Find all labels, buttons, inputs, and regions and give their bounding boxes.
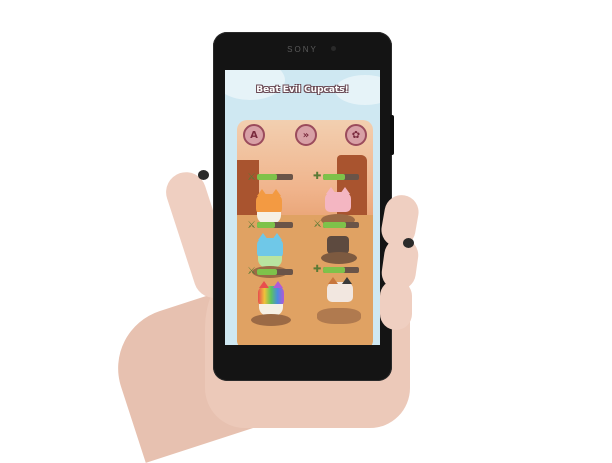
sword-icon: ⚔ bbox=[247, 266, 256, 277]
health-bar bbox=[323, 222, 359, 228]
phone-brand-label: SONY bbox=[287, 45, 318, 54]
finger-nail bbox=[403, 238, 414, 248]
health-fill bbox=[257, 269, 277, 275]
settings-gear-icon: ✿ bbox=[351, 129, 361, 141]
ring-finger bbox=[380, 280, 412, 330]
achievements-icon: A bbox=[250, 129, 258, 141]
thumb-nail bbox=[198, 170, 209, 180]
health-bar bbox=[257, 174, 293, 180]
front-camera-icon bbox=[331, 46, 336, 51]
sword-icon: ⚔ bbox=[247, 220, 256, 231]
game-title: Beat Evil Cupcats! bbox=[256, 85, 349, 95]
game-board[interactable]: A » ✿ ⚔ ✚ ⚔ ⚔ ⚔ ✚ bbox=[237, 120, 373, 345]
health-fill bbox=[323, 267, 345, 273]
calico-cupcat[interactable] bbox=[327, 277, 353, 302]
settings-button[interactable]: ✿ bbox=[345, 124, 367, 146]
orange-cupcat[interactable] bbox=[256, 189, 282, 214]
tree-stump bbox=[321, 252, 357, 264]
game-screen: Beat Evil Cupcats! A » ✿ ⚔ ✚ ⚔ ⚔ ⚔ ✚ bbox=[225, 70, 380, 345]
tree-stump bbox=[251, 314, 291, 326]
sword-icon: ⚔ bbox=[247, 172, 256, 183]
heal-plus-icon: ✚ bbox=[313, 264, 322, 275]
desert-rock bbox=[317, 308, 361, 324]
achievements-button[interactable]: A bbox=[243, 124, 265, 146]
phone-side-button[interactable] bbox=[390, 115, 394, 155]
health-bar bbox=[257, 269, 293, 275]
pink-cupcat[interactable] bbox=[325, 187, 351, 212]
sword-icon: ⚔ bbox=[313, 219, 322, 230]
health-fill bbox=[323, 222, 347, 228]
health-fill bbox=[257, 222, 275, 228]
fast-forward-button[interactable]: » bbox=[295, 124, 317, 146]
fast-forward-icon: » bbox=[302, 129, 310, 141]
health-bar bbox=[257, 222, 293, 228]
heal-plus-icon: ✚ bbox=[313, 171, 322, 182]
health-fill bbox=[257, 174, 277, 180]
health-bar bbox=[323, 267, 359, 273]
health-fill bbox=[323, 174, 345, 180]
health-bar bbox=[323, 174, 359, 180]
blue-cupcat[interactable] bbox=[257, 233, 283, 258]
rainbow-cupcat[interactable] bbox=[258, 281, 284, 306]
